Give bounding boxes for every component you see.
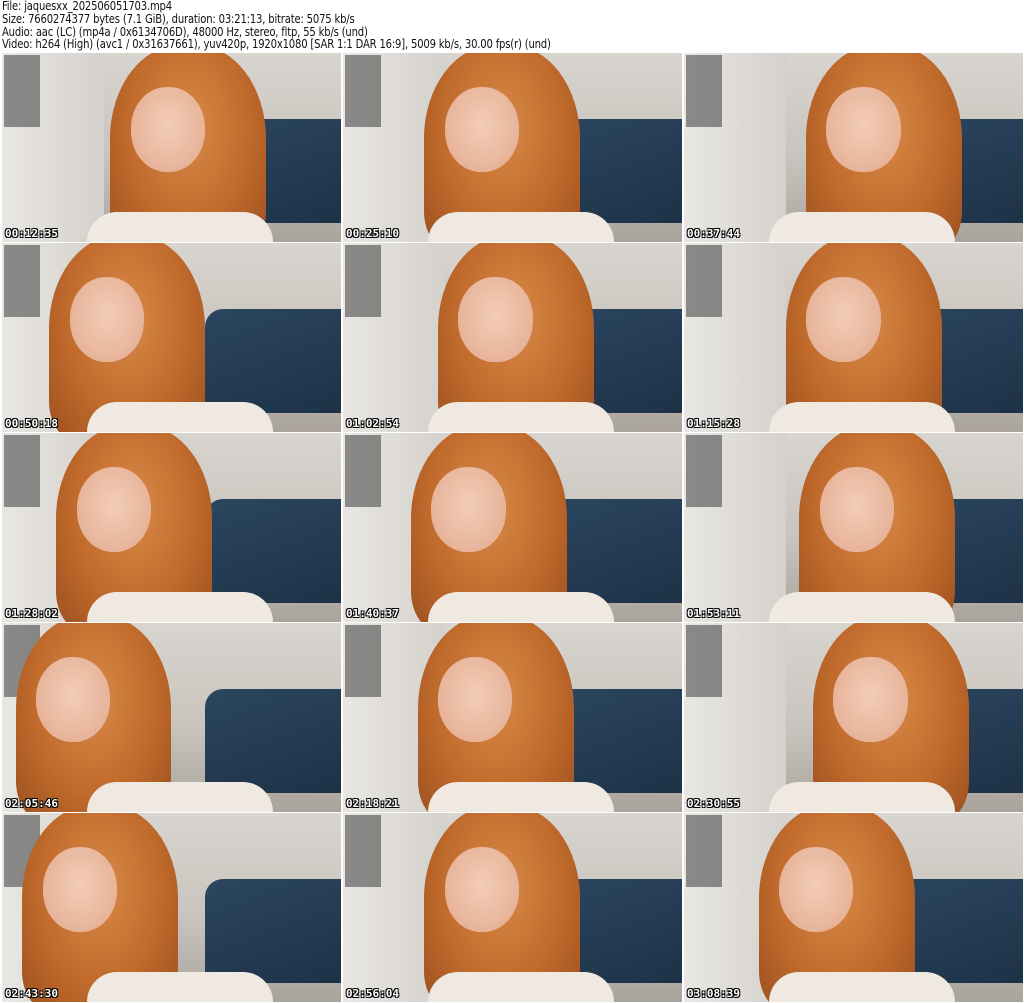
face — [437, 657, 513, 743]
stream-overlay — [4, 55, 40, 127]
face — [431, 467, 506, 553]
face — [826, 87, 901, 173]
video-thumbnail: 02:30:55 — [684, 623, 1023, 812]
face — [69, 277, 145, 363]
video-thumbnail: 02:43:30 — [2, 813, 341, 1002]
face — [76, 467, 152, 553]
face — [35, 657, 111, 743]
thumbnail-timestamp: 02:56:04 — [346, 987, 399, 1000]
thumbnail-timestamp: 01:28:02 — [5, 607, 58, 620]
video-thumbnail: 01:28:02 — [2, 433, 341, 622]
thumbnail-grid: 00:12:35 00:25:10 00:37:44 00:50:18 01:02:54… — [2, 53, 1023, 1002]
shirt — [768, 211, 956, 242]
face — [833, 657, 908, 743]
face — [458, 277, 533, 363]
stream-overlay — [4, 435, 40, 507]
stream-overlay — [686, 815, 722, 887]
shirt — [768, 591, 956, 622]
thumbnail-timestamp: 02:30:55 — [687, 797, 740, 810]
face — [778, 847, 854, 933]
stream-overlay — [686, 55, 722, 127]
face — [819, 467, 895, 553]
video-thumbnail: 03:08:39 — [684, 813, 1023, 1002]
video-info: Video: h264 (High) (avc1 / 0x31637661), … — [2, 36, 551, 52]
video-thumbnail: 01:02:54 — [343, 243, 682, 432]
video-thumbnail: 00:25:10 — [343, 53, 682, 242]
shirt — [86, 211, 274, 242]
video-thumbnail: 00:50:18 — [2, 243, 341, 432]
sofa — [205, 879, 341, 984]
shirt — [86, 401, 274, 432]
thumbnail-timestamp: 00:12:35 — [5, 227, 58, 240]
shirt — [86, 971, 274, 1002]
sofa — [205, 309, 341, 414]
shirt — [427, 971, 615, 1002]
thumbnail-timestamp: 02:05:46 — [5, 797, 58, 810]
shirt — [86, 591, 274, 622]
video-thumbnail: 01:40:37 — [343, 433, 682, 622]
video-thumbnail: 02:56:04 — [343, 813, 682, 1002]
thumbnail-timestamp: 00:25:10 — [346, 227, 399, 240]
sofa — [546, 499, 682, 604]
sofa — [205, 689, 341, 794]
sofa — [205, 499, 341, 604]
thumbnail-timestamp: 03:08:39 — [687, 987, 740, 1000]
video-thumbnail: 00:37:44 — [684, 53, 1023, 242]
shirt — [427, 781, 615, 812]
video-thumbnail: 02:05:46 — [2, 623, 341, 812]
shirt — [427, 591, 615, 622]
video-thumbnail: 00:12:35 — [2, 53, 341, 242]
thumbnail-timestamp: 02:18:21 — [346, 797, 399, 810]
thumbnail-timestamp: 01:40:37 — [346, 607, 399, 620]
shirt — [86, 781, 274, 812]
thumbnail-timestamp: 01:15:28 — [687, 417, 740, 430]
face — [806, 277, 881, 363]
shirt — [768, 971, 956, 1002]
face — [130, 87, 206, 173]
video-thumbnail: 02:18:21 — [343, 623, 682, 812]
thumbnail-timestamp: 01:53:11 — [687, 607, 740, 620]
face — [444, 847, 520, 933]
shirt — [768, 401, 956, 432]
stream-overlay — [686, 245, 722, 317]
face — [42, 847, 118, 933]
thumbnail-timestamp: 01:02:54 — [346, 417, 399, 430]
stream-overlay — [345, 625, 381, 697]
video-thumbnail: 01:53:11 — [684, 433, 1023, 622]
stream-overlay — [345, 55, 381, 127]
stream-overlay — [4, 245, 40, 317]
file-info-header: File: jaquesxx_202506051703.mp4 Size: 76… — [2, 0, 612, 51]
thumbnail-timestamp: 00:50:18 — [5, 417, 58, 430]
shirt — [768, 781, 956, 812]
shirt — [427, 401, 615, 432]
stream-overlay — [345, 815, 381, 887]
thumbnail-timestamp: 02:43:30 — [5, 987, 58, 1000]
stream-overlay — [345, 245, 381, 317]
video-thumbnail: 01:15:28 — [684, 243, 1023, 432]
stream-overlay — [345, 435, 381, 507]
face — [444, 87, 520, 173]
thumbnail-timestamp: 00:37:44 — [687, 227, 740, 240]
stream-overlay — [686, 435, 722, 507]
stream-overlay — [686, 625, 722, 697]
shirt — [427, 211, 615, 242]
